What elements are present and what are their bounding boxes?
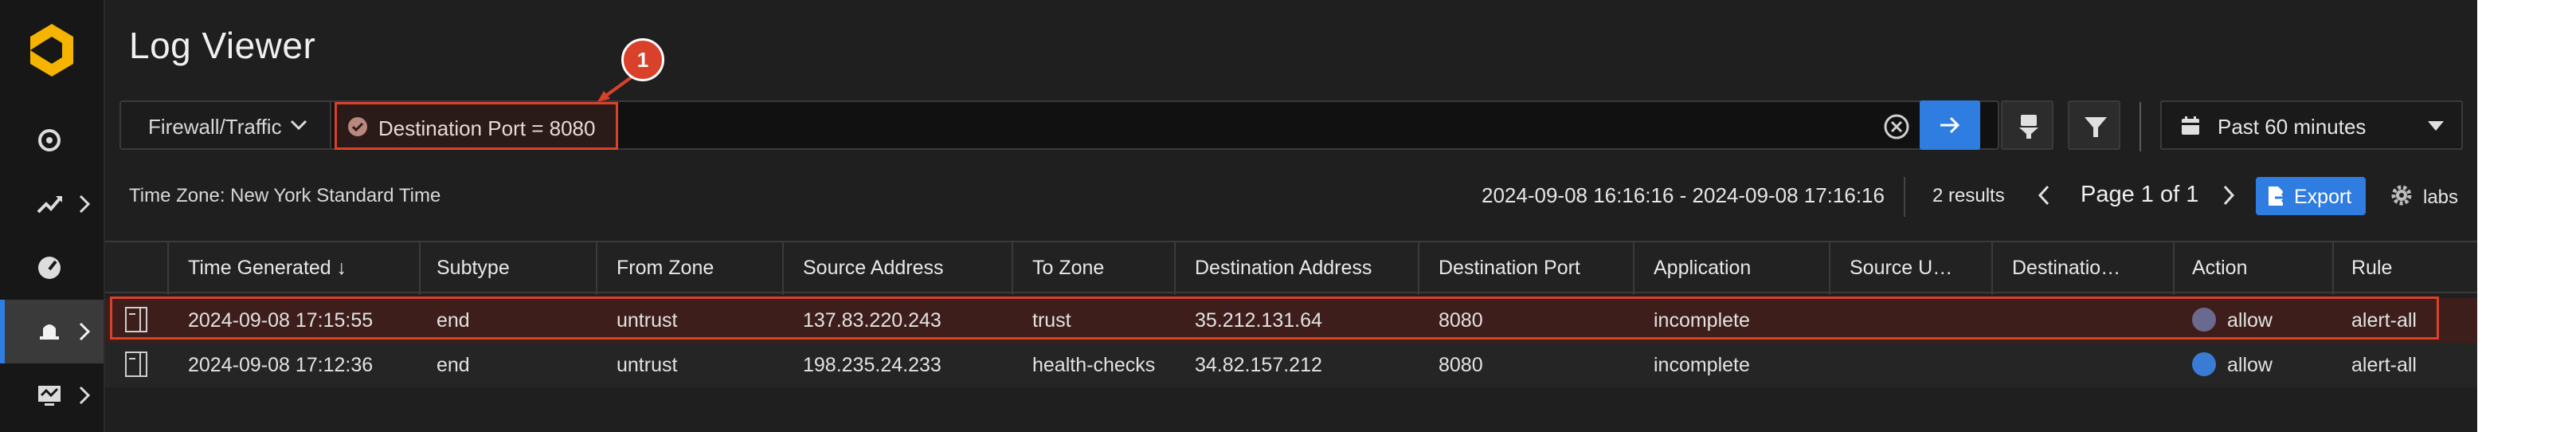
logo-icon <box>30 24 73 77</box>
dashboard-gauge-icon <box>38 257 61 279</box>
sidebar-item-dashboards[interactable] <box>0 236 104 300</box>
page-title: Log Viewer <box>129 25 316 66</box>
log-type-select[interactable]: Firewall/Traffic <box>121 102 331 148</box>
column-header-application[interactable]: Application <box>1654 257 1751 280</box>
timezone-label: Time Zone: New York Standard Time <box>129 185 441 206</box>
column-separator <box>2332 242 2334 295</box>
action-status-dot <box>2192 352 2216 376</box>
export-label: Export <box>2294 186 2352 208</box>
chevron-right-icon <box>79 194 91 214</box>
column-header-time-generated[interactable]: Time Generated ↓ <box>188 257 346 280</box>
results-count: 2 results <box>1932 185 2005 206</box>
caret-down-icon <box>2428 121 2444 131</box>
cell-action: allow <box>2227 354 2273 376</box>
column-separator <box>167 242 169 295</box>
column-header-destination-address[interactable]: Destination Address <box>1195 257 1372 280</box>
column-separator <box>782 242 784 295</box>
column-header-rule[interactable]: Rule <box>2351 257 2392 280</box>
sidebar-item-overview[interactable] <box>0 108 104 172</box>
sidebar-item-monitor[interactable] <box>0 363 104 427</box>
save-filter-icon <box>2019 115 2038 139</box>
cell-destination-address: 34.82.157.212 <box>1195 354 1322 376</box>
export-icon <box>2269 187 2288 206</box>
sidebar-item-analytics[interactable] <box>0 172 104 236</box>
time-range-display: 2024-09-08 16:16:16 - 2024-09-08 17:16:1… <box>1482 183 1885 207</box>
clear-query-icon[interactable] <box>1883 113 1910 140</box>
cell-from-zone: untrust <box>617 354 678 376</box>
cell-destination-port: 8080 <box>1439 354 1483 376</box>
check-circle-icon <box>348 117 367 136</box>
table-row[interactable]: 2024-09-08 17:12:36 end untrust 198.235.… <box>105 343 2477 387</box>
sidebar-item-incidents[interactable] <box>0 300 104 363</box>
filter-text: Destination Port = 8080 <box>378 116 596 140</box>
info-divider <box>1904 177 1905 217</box>
column-header-destination-user[interactable]: Destinatio… <box>2012 257 2120 280</box>
column-separator <box>1012 242 1013 295</box>
column-header-from-zone[interactable]: From Zone <box>617 257 714 280</box>
toolbar-divider <box>2139 102 2141 151</box>
cell-time-generated: 2024-09-08 17:12:36 <box>188 354 374 376</box>
target-icon <box>38 129 61 151</box>
saved-filter-button[interactable] <box>2001 100 2053 150</box>
alert-bell-icon <box>40 324 59 340</box>
time-range-select[interactable]: Past 60 minutes <box>2160 100 2463 150</box>
cell-subtype: end <box>437 354 470 376</box>
time-range-label: Past 60 minutes <box>2218 115 2367 139</box>
analytics-icon <box>37 196 62 214</box>
column-header-subtype[interactable]: Subtype <box>437 257 510 280</box>
annotation-badge: 1 <box>621 38 664 81</box>
column-header-source-user[interactable]: Source U… <box>1850 257 1952 280</box>
column-separator <box>1418 242 1419 295</box>
column-header-source-address[interactable]: Source Address <box>803 257 944 280</box>
page-indicator: Page 1 of 1 <box>2081 182 2199 207</box>
log-type-label: Firewall/Traffic <box>148 115 282 139</box>
log-detail-icon[interactable] <box>124 351 148 378</box>
column-header-destination-port[interactable]: Destination Port <box>1439 257 1580 280</box>
page-margin <box>2477 0 2576 432</box>
run-query-button[interactable] <box>1920 100 1980 150</box>
row-highlight-annotation <box>110 297 2439 340</box>
app-window: Log Viewer Firewall/Traffic Destination … <box>0 0 2477 432</box>
column-separator <box>419 242 421 295</box>
cell-source-address: 198.235.24.233 <box>803 354 942 376</box>
cell-application: incomplete <box>1654 354 1750 376</box>
chevron-down-icon <box>290 120 307 131</box>
monitor-icon <box>38 386 61 406</box>
filter-button[interactable] <box>2068 100 2120 150</box>
column-separator <box>1174 242 1176 295</box>
column-separator <box>1829 242 1830 295</box>
cell-to-zone: health-checks <box>1032 354 1156 376</box>
previous-page-icon[interactable] <box>2036 183 2052 207</box>
gear-icon <box>2391 185 2412 206</box>
filter-funnel-icon <box>2085 117 2107 137</box>
column-header-to-zone[interactable]: To Zone <box>1032 257 1104 280</box>
column-separator <box>1991 242 1993 295</box>
calendar-icon <box>2182 116 2199 135</box>
table-header: Time Generated ↓ Subtype From Zone Sourc… <box>105 241 2477 295</box>
filter-chip-destination-port[interactable]: Destination Port = 8080 <box>335 102 618 150</box>
chevron-right-icon <box>79 386 91 405</box>
chevron-right-icon <box>79 322 91 341</box>
sidebar <box>0 0 105 432</box>
labs-label: labs <box>2423 187 2459 208</box>
column-header-action[interactable]: Action <box>2192 257 2247 280</box>
column-separator <box>1633 242 1634 295</box>
column-separator <box>596 242 597 295</box>
arrow-right-icon <box>1940 116 1960 134</box>
column-separator <box>2173 242 2175 295</box>
next-page-icon[interactable] <box>2221 183 2237 207</box>
export-button[interactable]: Export <box>2256 177 2366 215</box>
cell-rule: alert-all <box>2351 354 2417 376</box>
